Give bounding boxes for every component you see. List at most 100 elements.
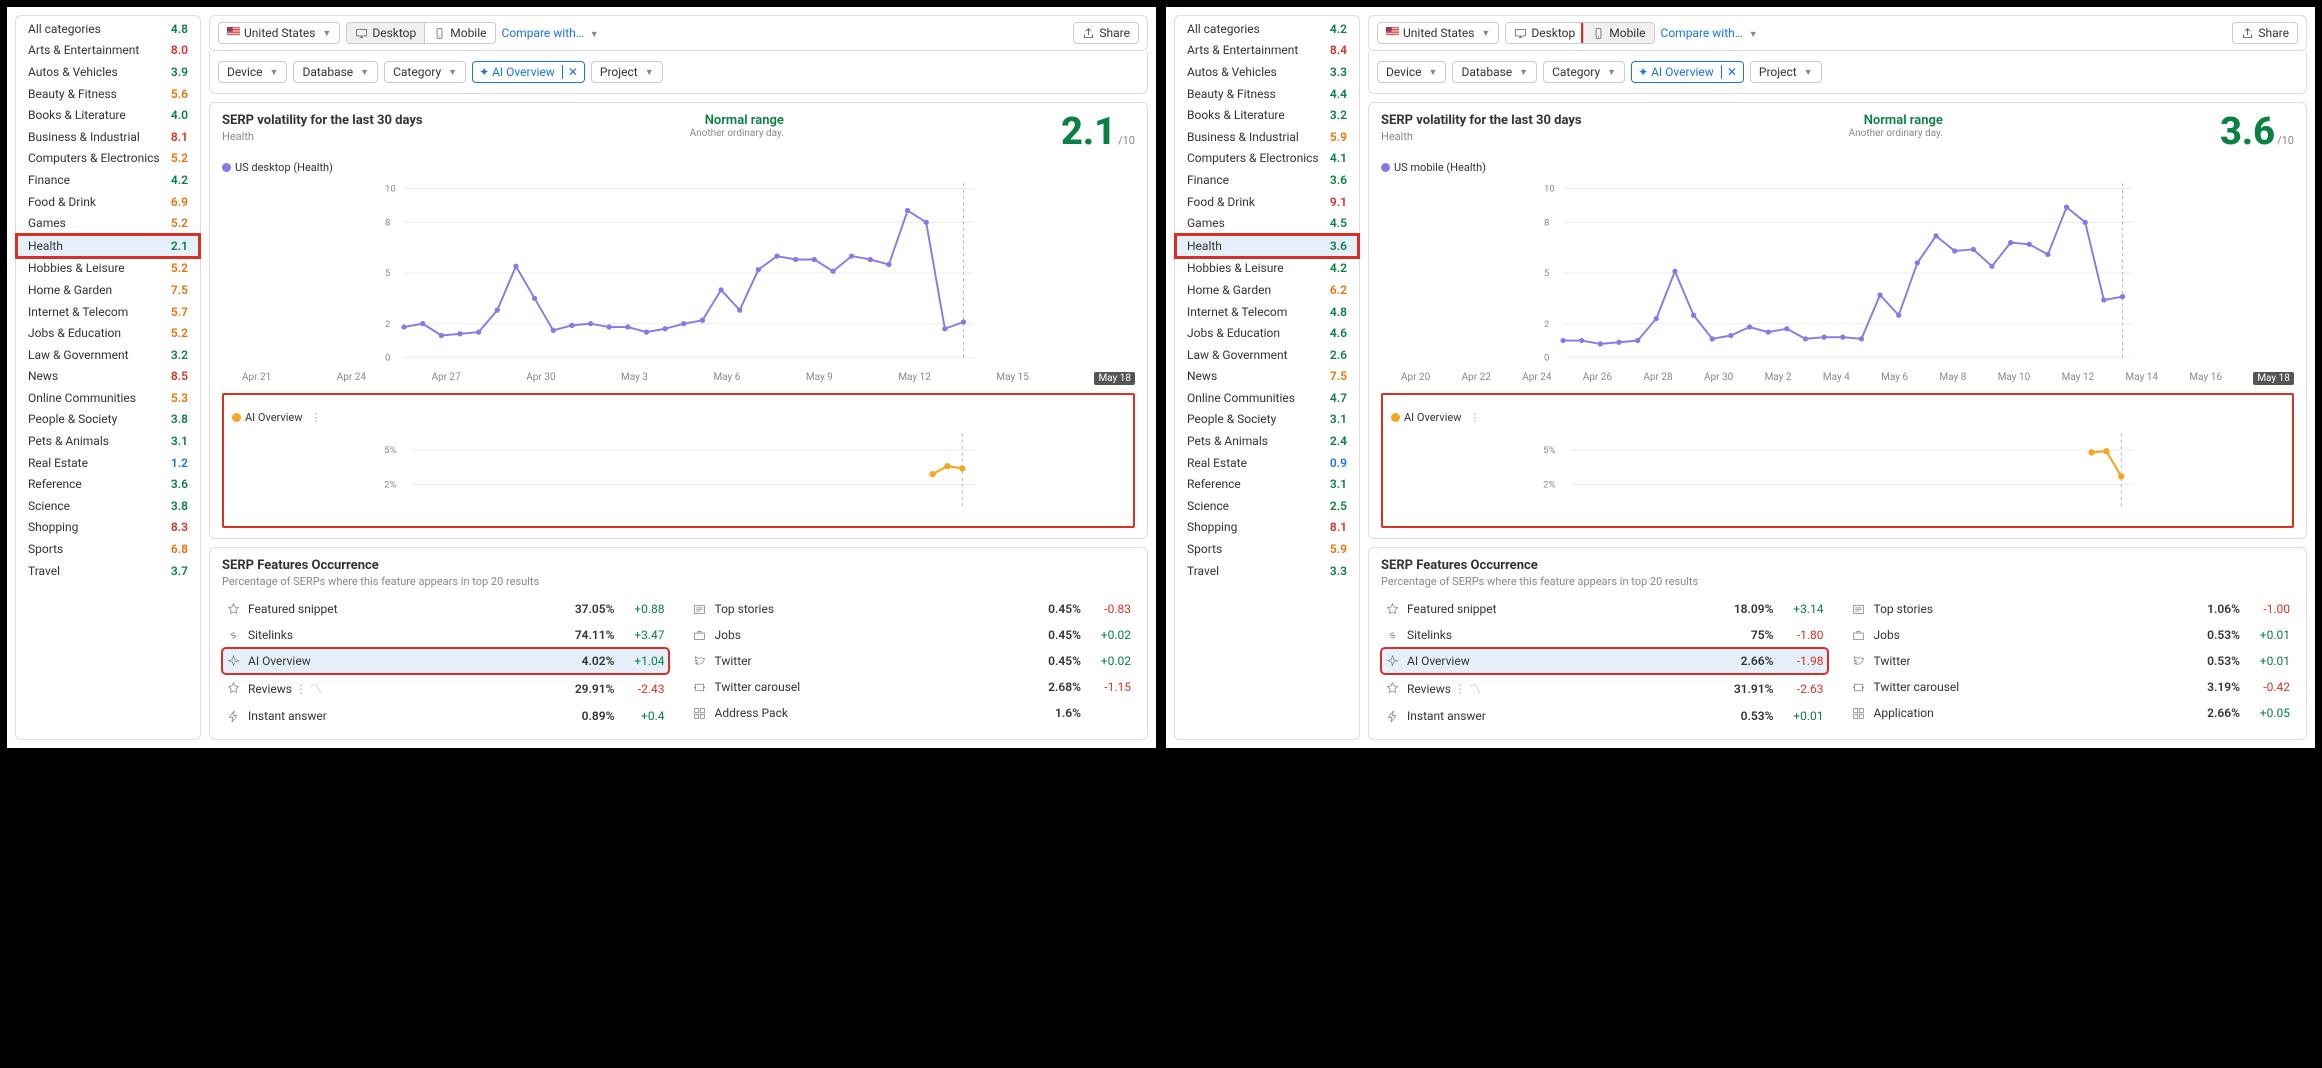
compare-link[interactable]: Compare with… ▼: [502, 26, 599, 40]
feature-row[interactable]: Instant answer0.53%+0.01: [1381, 703, 1828, 729]
share-button[interactable]: Share: [2232, 22, 2298, 44]
feature-row[interactable]: Sitelinks74.11%+3.47: [222, 622, 669, 648]
feature-row[interactable]: Twitter0.45%+0.02: [689, 648, 1136, 674]
mobile-toggle[interactable]: Mobile: [425, 23, 494, 43]
bird-icon: [693, 654, 707, 668]
category-row[interactable]: Travel3.3: [1175, 560, 1359, 582]
feature-row[interactable]: Sitelinks75%-1.80: [1381, 622, 1828, 648]
category-row[interactable]: People & Society3.1: [1175, 409, 1359, 431]
category-row[interactable]: People & Society3.8: [16, 409, 200, 431]
compare-link[interactable]: Compare with… ▼: [1661, 26, 1758, 40]
feature-row[interactable]: Twitter carousel2.68%-1.15: [689, 674, 1136, 700]
sparkle-icon: [1385, 654, 1399, 668]
feature-row[interactable]: Address Pack1.6%: [689, 700, 1136, 726]
category-row[interactable]: Online Communities4.7: [1175, 387, 1359, 409]
ai-overview-tag[interactable]: ✦ AI Overview✕: [1631, 61, 1744, 83]
category-row[interactable]: Business & Industrial8.1: [16, 126, 200, 148]
category-row[interactable]: Law & Government2.6: [1175, 344, 1359, 366]
category-row[interactable]: Games4.5: [1175, 212, 1359, 234]
category-row[interactable]: Finance4.2: [16, 169, 200, 191]
category-row[interactable]: All categories4.8: [16, 18, 200, 40]
category-filter[interactable]: Category▼: [384, 61, 466, 83]
feature-row[interactable]: Instant answer0.89%+0.4: [222, 703, 669, 729]
feature-row[interactable]: Reviews ⋮ 〽29.91%-2.43: [222, 674, 669, 703]
category-row[interactable]: Hobbies & Leisure5.2: [16, 258, 200, 280]
category-row[interactable]: Food & Drink6.9: [16, 191, 200, 213]
category-row[interactable]: All categories4.2: [1175, 18, 1359, 40]
close-icon[interactable]: ✕: [562, 65, 578, 79]
database-filter[interactable]: Database▼: [1452, 61, 1537, 83]
feature-row[interactable]: Jobs0.45%+0.02: [689, 622, 1136, 648]
category-row[interactable]: Arts & Entertainment8.0: [16, 40, 200, 62]
category-row[interactable]: Autos & Vehicles3.3: [1175, 61, 1359, 83]
category-row[interactable]: Books & Literature3.2: [1175, 104, 1359, 126]
category-row[interactable]: Beauty & Fitness4.4: [1175, 83, 1359, 105]
share-button[interactable]: Share: [1073, 22, 1139, 44]
category-row[interactable]: Real Estate1.2: [16, 452, 200, 474]
category-row[interactable]: Health2.1: [16, 234, 200, 258]
category-row[interactable]: Shopping8.3: [16, 517, 200, 539]
category-row[interactable]: Computers & Electronics5.2: [16, 148, 200, 170]
device-filter[interactable]: Device▼: [1377, 61, 1446, 83]
category-row[interactable]: Reference3.1: [1175, 473, 1359, 495]
category-row[interactable]: Health3.6: [1175, 234, 1359, 258]
project-filter[interactable]: Project▼: [591, 61, 663, 83]
feature-row[interactable]: Top stories0.45%-0.83: [689, 596, 1136, 622]
close-icon[interactable]: ✕: [1721, 65, 1737, 79]
category-row[interactable]: News7.5: [1175, 366, 1359, 388]
category-row[interactable]: Sports6.8: [16, 538, 200, 560]
feature-row[interactable]: Top stories1.06%-1.00: [1848, 596, 2295, 622]
feature-row[interactable]: AI Overview4.02%+1.04: [222, 648, 669, 674]
category-row[interactable]: Home & Garden6.2: [1175, 279, 1359, 301]
ai-overview-tag[interactable]: ✦ AI Overview✕: [472, 61, 585, 83]
category-row[interactable]: Internet & Telecom5.7: [16, 301, 200, 323]
feature-row[interactable]: Application2.66%+0.05: [1848, 700, 2295, 726]
feature-row[interactable]: Featured snippet37.05%+0.88: [222, 596, 669, 622]
category-row[interactable]: Computers & Electronics4.1: [1175, 148, 1359, 170]
more-icon[interactable]: ⋮: [310, 411, 321, 424]
device-filter[interactable]: Device▼: [218, 61, 287, 83]
country-selector[interactable]: United States▼: [218, 22, 340, 44]
serp-features-card: SERP Features OccurrencePercentage of SE…: [1368, 547, 2307, 740]
category-row[interactable]: Real Estate0.9: [1175, 452, 1359, 474]
feature-row[interactable]: Reviews ⋮ 〽31.91%-2.63: [1381, 674, 1828, 703]
category-row[interactable]: Law & Government3.2: [16, 344, 200, 366]
feature-row[interactable]: Twitter carousel3.19%-0.42: [1848, 674, 2295, 700]
feature-row[interactable]: Jobs0.53%+0.01: [1848, 622, 2295, 648]
category-row[interactable]: Sports5.9: [1175, 538, 1359, 560]
feature-row[interactable]: Featured snippet18.09%+3.14: [1381, 596, 1828, 622]
more-icon[interactable]: ⋮: [1469, 411, 1480, 424]
category-row[interactable]: Jobs & Education4.6: [1175, 322, 1359, 344]
category-row[interactable]: Online Communities5.3: [16, 387, 200, 409]
category-row[interactable]: Reference3.6: [16, 473, 200, 495]
category-row[interactable]: Books & Literature4.0: [16, 104, 200, 126]
category-name: Arts & Entertainment: [1187, 43, 1298, 57]
category-row[interactable]: Autos & Vehicles3.9: [16, 61, 200, 83]
database-filter[interactable]: Database▼: [293, 61, 378, 83]
category-row[interactable]: News8.5: [16, 366, 200, 388]
category-row[interactable]: Shopping8.1: [1175, 517, 1359, 539]
feature-row[interactable]: Twitter0.53%+0.01: [1848, 648, 2295, 674]
project-filter[interactable]: Project▼: [1750, 61, 1822, 83]
country-selector[interactable]: United States▼: [1377, 22, 1499, 44]
category-row[interactable]: Hobbies & Leisure4.2: [1175, 258, 1359, 280]
feature-row[interactable]: AI Overview2.66%-1.98: [1381, 648, 1828, 674]
category-row[interactable]: Pets & Animals2.4: [1175, 430, 1359, 452]
category-row[interactable]: Games5.2: [16, 212, 200, 234]
category-row[interactable]: Jobs & Education5.2: [16, 322, 200, 344]
category-filter[interactable]: Category▼: [1543, 61, 1625, 83]
category-row[interactable]: Finance3.6: [1175, 169, 1359, 191]
category-row[interactable]: Arts & Entertainment8.4: [1175, 40, 1359, 62]
category-row[interactable]: Science2.5: [1175, 495, 1359, 517]
mobile-toggle[interactable]: Mobile: [1584, 23, 1653, 43]
category-row[interactable]: Travel3.7: [16, 560, 200, 582]
category-row[interactable]: Science3.8: [16, 495, 200, 517]
desktop-toggle[interactable]: Desktop: [1506, 23, 1584, 43]
desktop-toggle[interactable]: Desktop: [347, 23, 425, 43]
category-row[interactable]: Home & Garden7.5: [16, 279, 200, 301]
category-row[interactable]: Internet & Telecom4.8: [1175, 301, 1359, 323]
category-row[interactable]: Business & Industrial5.9: [1175, 126, 1359, 148]
category-row[interactable]: Beauty & Fitness5.6: [16, 83, 200, 105]
category-row[interactable]: Food & Drink9.1: [1175, 191, 1359, 213]
category-row[interactable]: Pets & Animals3.1: [16, 430, 200, 452]
